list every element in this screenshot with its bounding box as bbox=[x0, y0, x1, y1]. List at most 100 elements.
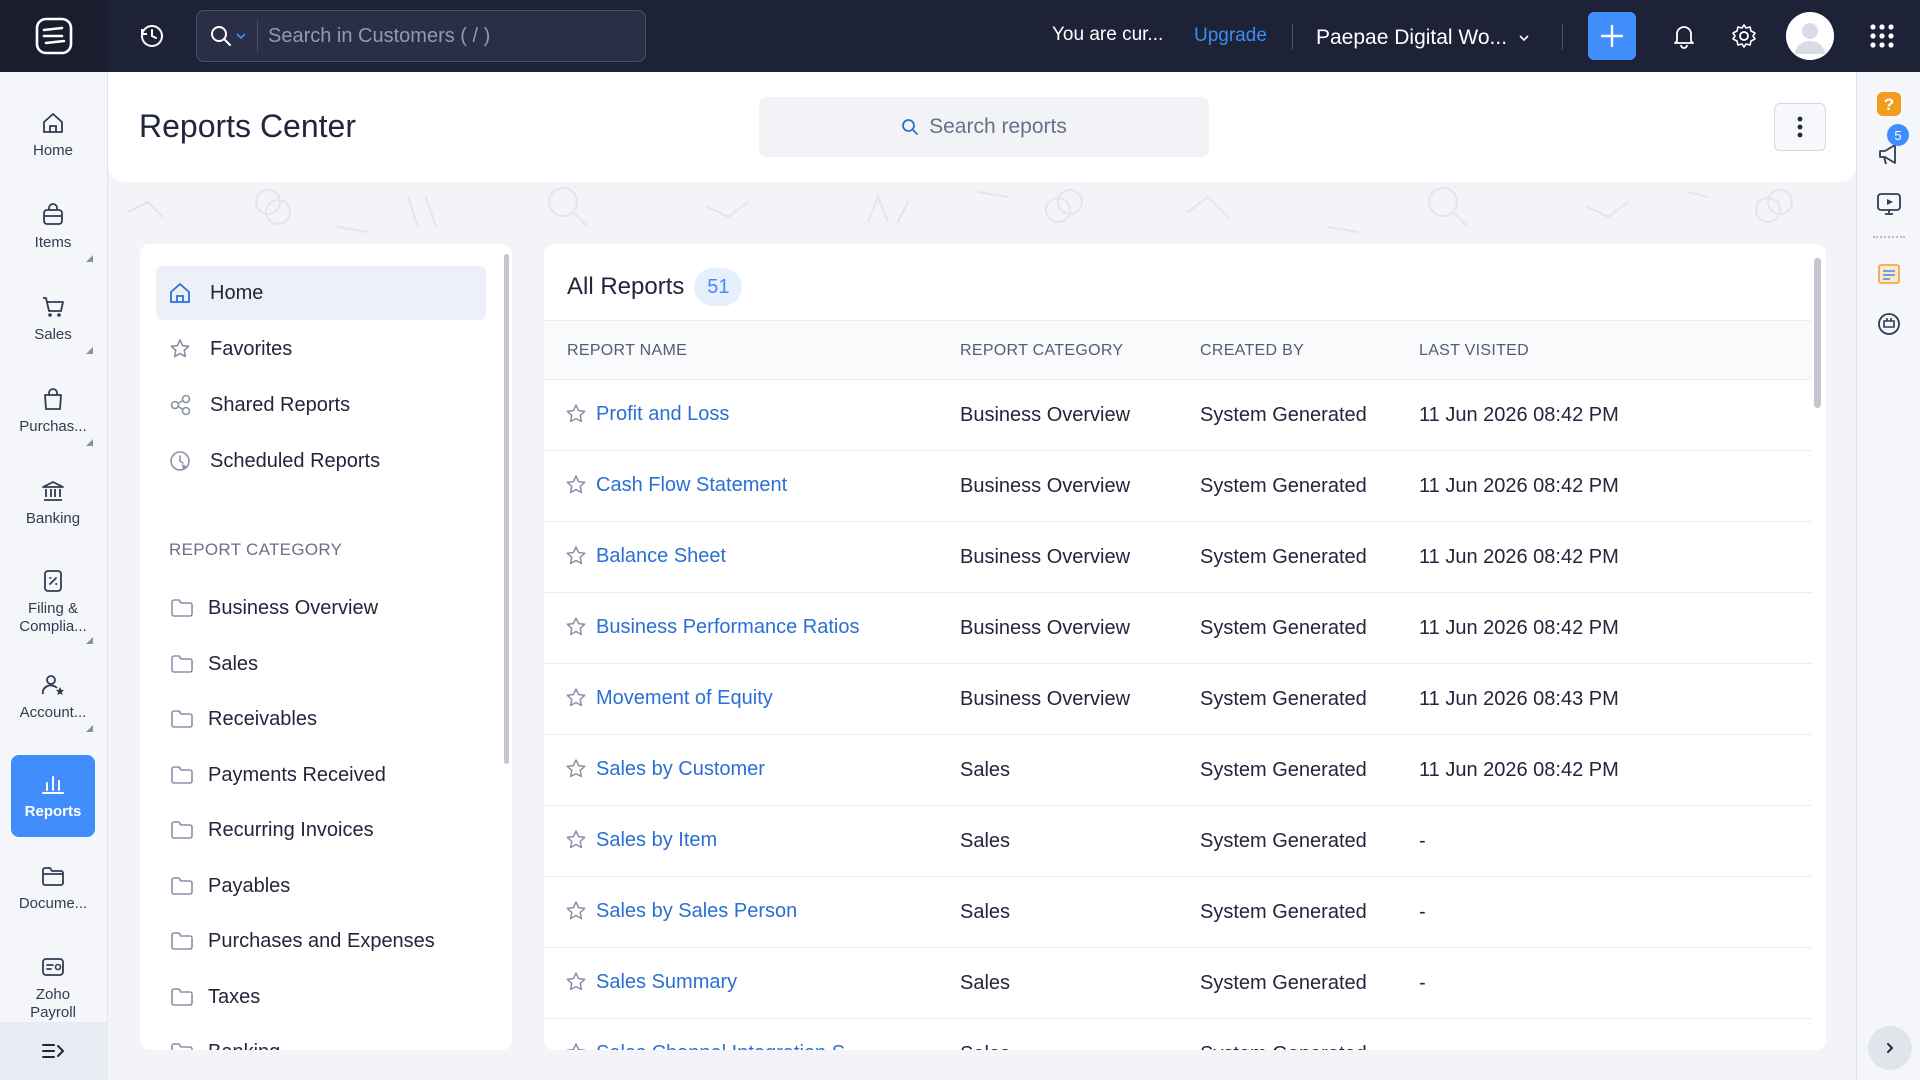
expand-rail-button[interactable] bbox=[1868, 1026, 1912, 1070]
report-link[interactable]: Profit and Loss bbox=[596, 403, 729, 426]
search-module-dropdown[interactable] bbox=[197, 20, 258, 52]
report-search-placeholder: Search reports bbox=[929, 115, 1067, 138]
nav-filing-compliance[interactable]: Filing & Complia... bbox=[11, 554, 95, 650]
nav-documents[interactable]: Docume... bbox=[11, 847, 95, 929]
report-nav-shared[interactable]: Shared Reports bbox=[156, 378, 486, 432]
table-row[interactable]: Cash Flow Statement Business Overview Syst… bbox=[544, 451, 1812, 522]
nav-accountant[interactable]: Account... bbox=[11, 656, 95, 738]
favorite-star-icon[interactable] bbox=[564, 544, 588, 568]
notes-app-icon[interactable] bbox=[1873, 258, 1905, 290]
video-tutorial-icon[interactable] bbox=[1873, 188, 1905, 220]
notification-count-badge: 5 bbox=[1887, 124, 1909, 146]
favorite-star-icon[interactable] bbox=[564, 970, 588, 994]
column-created-by[interactable]: CREATED BY bbox=[1200, 342, 1304, 360]
table-row[interactable]: Profit and Loss Business Overview System G… bbox=[544, 380, 1812, 451]
nav-sales[interactable]: Sales bbox=[11, 278, 95, 360]
favorite-star-icon[interactable] bbox=[564, 1041, 588, 1050]
nav-items[interactable]: Items bbox=[11, 186, 95, 268]
category-banking[interactable]: Banking bbox=[170, 1032, 280, 1050]
filing-icon bbox=[44, 570, 62, 592]
table-row[interactable]: Business Performance Ratios Business Over… bbox=[544, 593, 1812, 664]
created-by-cell: System Generated bbox=[1200, 759, 1367, 781]
favorite-star-icon[interactable] bbox=[564, 402, 588, 426]
folder-icon bbox=[171, 655, 193, 673]
category-purchases-expenses[interactable]: Purchases and Expenses bbox=[170, 921, 435, 961]
page-header: Reports Center Search reports bbox=[108, 72, 1856, 182]
nav-home[interactable]: Home bbox=[11, 94, 95, 176]
report-link[interactable]: Sales Summary bbox=[596, 971, 737, 994]
settings-gear-icon[interactable] bbox=[1728, 20, 1760, 52]
column-report-category[interactable]: REPORT CATEGORY bbox=[960, 342, 1123, 360]
user-avatar[interactable] bbox=[1786, 12, 1834, 60]
quick-create-button[interactable] bbox=[1588, 12, 1636, 60]
global-search-input[interactable] bbox=[258, 24, 618, 48]
table-row[interactable]: Balance Sheet Business Overview System Gen… bbox=[544, 522, 1812, 593]
created-by-cell: System Generated bbox=[1200, 1043, 1367, 1050]
category-receivables[interactable]: Receivables bbox=[170, 699, 317, 739]
favorite-star-icon[interactable] bbox=[564, 757, 588, 781]
accountant-icon bbox=[41, 675, 64, 695]
nav-reports[interactable]: Reports bbox=[11, 755, 95, 837]
table-row[interactable]: Movement of Equity Business Overview Syste… bbox=[544, 664, 1812, 735]
favorite-star-icon[interactable] bbox=[564, 686, 588, 710]
collapse-sidebar-button[interactable] bbox=[0, 1022, 108, 1080]
more-options-button[interactable] bbox=[1774, 103, 1826, 151]
integrations-icon[interactable] bbox=[1873, 308, 1905, 340]
last-visited-cell: 11 Jun 2026 08:42 PM bbox=[1419, 546, 1619, 568]
category-taxes[interactable]: Taxes bbox=[170, 977, 260, 1017]
column-last-visited[interactable]: LAST VISITED bbox=[1419, 342, 1529, 360]
upgrade-link[interactable]: Upgrade bbox=[1194, 25, 1267, 47]
global-search[interactable] bbox=[196, 10, 646, 62]
nav-zoho-payroll[interactable]: Zoho Payroll bbox=[11, 948, 95, 1028]
report-link[interactable]: Movement of Equity bbox=[596, 687, 773, 710]
app-logo[interactable] bbox=[0, 0, 108, 72]
table-row[interactable]: Sales by Customer Sales System Generated 11… bbox=[544, 735, 1812, 806]
payroll-icon bbox=[42, 958, 64, 976]
report-name-cell: Sales Summary bbox=[564, 970, 737, 994]
notifications-bell-icon[interactable] bbox=[1668, 20, 1700, 52]
report-link[interactable]: Sales by Item bbox=[596, 829, 717, 852]
category-recurring-invoices[interactable]: Recurring Invoices bbox=[170, 810, 374, 850]
table-row[interactable]: Sales Summary Sales System Generated - bbox=[544, 948, 1812, 1019]
last-visited-cell: 11 Jun 2026 08:42 PM bbox=[1419, 475, 1619, 497]
report-nav-scheduled[interactable]: Scheduled Reports bbox=[156, 434, 486, 488]
category-sales[interactable]: Sales bbox=[170, 644, 258, 684]
table-row[interactable]: Sales by Item Sales System Generated - bbox=[544, 806, 1812, 877]
chevron-right-icon bbox=[1887, 1043, 1894, 1053]
favorite-star-icon[interactable] bbox=[564, 899, 588, 923]
table-scrollbar[interactable] bbox=[1814, 258, 1821, 408]
report-link[interactable]: Balance Sheet bbox=[596, 545, 726, 568]
nav-label: Items bbox=[34, 234, 72, 251]
report-nav-home[interactable]: Home bbox=[156, 266, 486, 320]
report-nav-favorites[interactable]: Favorites bbox=[156, 322, 486, 376]
help-question-icon[interactable]: ? bbox=[1873, 88, 1905, 120]
report-link[interactable]: Sales by Sales Person bbox=[596, 900, 797, 923]
created-by-cell: System Generated bbox=[1200, 688, 1367, 710]
category-business-overview[interactable]: Business Overview bbox=[170, 588, 378, 628]
submenu-caret bbox=[86, 439, 93, 446]
favorite-star-icon[interactable] bbox=[564, 473, 588, 497]
organization-name: Paepae Digital Wo... bbox=[1316, 26, 1508, 49]
report-link[interactable]: Sales by Customer bbox=[596, 758, 765, 781]
category-payments-received[interactable]: Payments Received bbox=[170, 755, 386, 795]
all-reports-panel: All Reports 51 REPORT NAME REPORT CATEGO… bbox=[544, 244, 1826, 1050]
created-by-cell: System Generated bbox=[1200, 475, 1367, 497]
report-link[interactable]: Business Performance Ratios bbox=[596, 616, 859, 639]
category-payables[interactable]: Payables bbox=[170, 866, 290, 906]
report-category-cell: Business Overview bbox=[960, 475, 1131, 497]
favorite-star-icon[interactable] bbox=[564, 828, 588, 852]
recent-history-icon[interactable] bbox=[132, 16, 172, 56]
report-link[interactable]: Cash Flow Statement bbox=[596, 474, 787, 497]
favorite-star-icon[interactable] bbox=[564, 615, 588, 639]
nav-purchases[interactable]: Purchas... bbox=[11, 370, 95, 452]
report-link[interactable]: Sales Channel Integration S... bbox=[596, 1042, 862, 1051]
column-report-name[interactable]: REPORT NAME bbox=[567, 342, 687, 360]
report-search-box[interactable]: Search reports bbox=[759, 97, 1209, 157]
table-row[interactable]: Sales Channel Integration S... Sales Syste… bbox=[544, 1019, 1812, 1050]
organization-switcher[interactable]: Paepae Digital Wo... bbox=[1316, 26, 1531, 50]
panel-scrollbar[interactable] bbox=[504, 254, 509, 764]
table-row[interactable]: Sales by Sales Person Sales System Generat… bbox=[544, 877, 1812, 948]
app-launcher-grid-icon[interactable] bbox=[1866, 20, 1898, 52]
last-visited-cell: 11 Jun 2026 08:42 PM bbox=[1419, 404, 1619, 426]
nav-banking[interactable]: Banking bbox=[11, 462, 95, 544]
